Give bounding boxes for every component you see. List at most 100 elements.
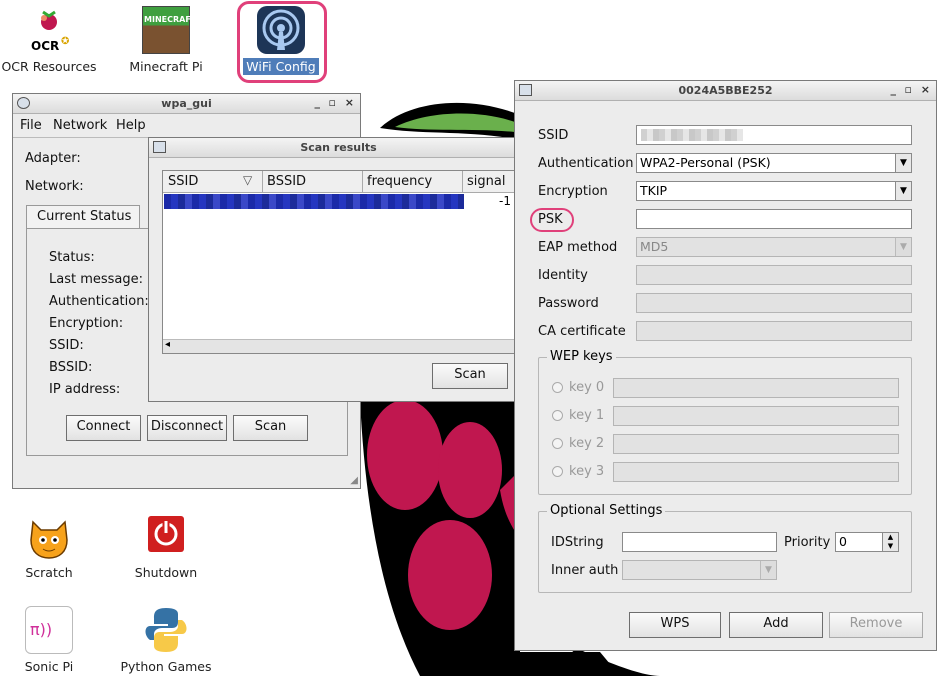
menu-help[interactable]: Help: [116, 118, 146, 133]
scroll-left-icon[interactable]: ◂: [165, 339, 170, 350]
column-header-bssid[interactable]: BSSID: [263, 171, 363, 193]
ca-certificate-input[interactable]: [636, 321, 912, 341]
wep-key-1-radio[interactable]: [552, 410, 563, 421]
menu-file[interactable]: File: [20, 118, 42, 133]
column-header-ssid[interactable]: SSID ▽: [163, 171, 263, 193]
column-header-label: signal: [467, 174, 506, 189]
desktop-icon-label: Sonic Pi: [24, 659, 74, 674]
table-row[interactable]: -1: [163, 194, 530, 210]
password-label: Password: [538, 296, 599, 311]
minecraft-icon: MINECRAFT: [142, 6, 197, 54]
priority-label: Priority: [784, 535, 831, 550]
desktop-icon-sonic-pi[interactable]: π)) Sonic Pi: [0, 606, 104, 675]
close-icon[interactable]: ×: [345, 96, 354, 109]
horizontal-scrollbar[interactable]: ◂: [163, 339, 530, 353]
psk-label: PSK: [538, 212, 563, 227]
authentication-label: Authentication:: [49, 294, 149, 309]
scan-button[interactable]: Scan: [233, 415, 308, 441]
scan-results-window: Scan results SSID ▽ BSSID frequency sign…: [148, 137, 530, 402]
dropdown-arrow-icon: ▼: [895, 182, 911, 200]
authentication-value: WPA2-Personal (PSK): [640, 155, 771, 170]
dropdown-arrow-icon: ▼: [895, 238, 911, 256]
idstring-input[interactable]: [622, 532, 777, 552]
wps-button[interactable]: WPS: [629, 612, 721, 638]
wep-key-0-label: key 0: [569, 380, 605, 395]
desktop-icon-ocr-resources[interactable]: OCR ✪ OCR Resources: [0, 6, 104, 75]
ssid-label: SSID:: [49, 338, 84, 353]
eap-method-value: MD5: [640, 239, 669, 254]
desktop-icon-wifi-config[interactable]: WiFi Config: [226, 6, 336, 75]
inner-auth-label: Inner auth: [551, 563, 619, 578]
sonic-pi-icon: π)): [25, 606, 73, 654]
wep-key-1-input[interactable]: [613, 406, 899, 426]
authentication-label: Authentication: [538, 156, 634, 171]
connect-button[interactable]: Connect: [66, 415, 141, 441]
wep-key-2-label: key 2: [569, 436, 605, 451]
desktop-icon-python-games[interactable]: Python Games: [111, 606, 221, 675]
ca-certificate-label: CA certificate: [538, 324, 626, 339]
scratch-cat-icon: [30, 520, 68, 559]
ip-address-label: IP address:: [49, 382, 121, 397]
add-button[interactable]: Add: [729, 612, 823, 638]
disconnect-button[interactable]: Disconnect: [147, 415, 227, 441]
spin-up-icon[interactable]: ▲: [882, 533, 898, 542]
eap-method-select[interactable]: MD5 ▼: [636, 237, 912, 257]
spin-down-icon[interactable]: ▼: [882, 542, 898, 551]
network-config-dialog: 0024A5BBE252 _ ▫ × SSID Authentication W…: [514, 80, 937, 651]
raspberry-ocr-icon: OCR ✪: [31, 10, 69, 53]
psk-input[interactable]: [636, 209, 912, 229]
ssid-label: SSID: [538, 128, 569, 143]
desktop-icon-scratch[interactable]: Scratch: [0, 512, 104, 581]
desktop-icon-label: Python Games: [120, 659, 212, 674]
resize-grip-icon[interactable]: ◢: [350, 475, 358, 486]
wep-keys-title: WEP keys: [547, 349, 616, 364]
tab-label: Current Status: [37, 209, 132, 224]
wep-key-0-radio[interactable]: [552, 382, 563, 393]
minimize-icon[interactable]: _: [315, 96, 321, 109]
dialog-titlebar[interactable]: 0024A5BBE252 _ ▫ ×: [515, 81, 936, 101]
dropdown-arrow-icon: ▼: [895, 154, 911, 172]
scan-results-table[interactable]: SSID ▽ BSSID frequency signal -1 ◂: [162, 170, 530, 354]
remove-button[interactable]: Remove: [829, 612, 923, 638]
wep-key-3-label: key 3: [569, 464, 605, 479]
wep-key-2-radio[interactable]: [552, 438, 563, 449]
wep-key-3-radio[interactable]: [552, 466, 563, 477]
redacted-ssid: [641, 129, 743, 141]
window-title: wpa_gui: [161, 97, 212, 110]
wep-key-2-input[interactable]: [613, 434, 899, 454]
adapter-label: Adapter:: [25, 151, 81, 166]
tab-current-status[interactable]: Current Status: [26, 205, 140, 229]
redacted-network-row: [164, 194, 464, 209]
maximize-icon[interactable]: ▫: [329, 96, 336, 109]
minimize-icon[interactable]: _: [891, 83, 897, 96]
priority-spinbox[interactable]: 0 ▲ ▼: [835, 532, 899, 552]
identity-input[interactable]: [636, 265, 912, 285]
wep-key-3-input[interactable]: [613, 462, 899, 482]
wep-key-0-input[interactable]: [613, 378, 899, 398]
window-title: 0024A5BBE252: [678, 84, 773, 97]
authentication-select[interactable]: WPA2-Personal (PSK) ▼: [636, 153, 912, 173]
desktop-icon-minecraft-pi[interactable]: MINECRAFT Minecraft Pi: [111, 6, 221, 75]
network-label: Network:: [25, 179, 84, 194]
ssid-input[interactable]: [636, 125, 912, 145]
column-header-frequency[interactable]: frequency: [363, 171, 463, 193]
minecraft-logo-text: MINECRAFT: [144, 15, 197, 24]
column-header-label: frequency: [367, 174, 433, 189]
idstring-label: IDString: [551, 535, 604, 550]
encryption-select[interactable]: TKIP ▼: [636, 181, 912, 201]
maximize-icon[interactable]: ▫: [905, 83, 912, 96]
window-title: Scan results: [300, 141, 377, 154]
power-icon: [148, 516, 184, 552]
column-header-label: SSID: [168, 174, 199, 189]
status-label: Status:: [49, 250, 95, 265]
scan-button[interactable]: Scan: [432, 363, 508, 389]
desktop-icon-shutdown[interactable]: Shutdown: [111, 512, 221, 581]
wpa-gui-titlebar[interactable]: wpa_gui _ ▫ ×: [13, 94, 360, 114]
menu-network[interactable]: Network: [53, 118, 107, 133]
scan-results-titlebar[interactable]: Scan results: [149, 138, 528, 158]
svg-text:✪: ✪: [61, 36, 69, 47]
wifi-icon: [257, 6, 305, 54]
inner-auth-select[interactable]: ▼: [622, 560, 777, 580]
close-icon[interactable]: ×: [921, 83, 930, 96]
password-input[interactable]: [636, 293, 912, 313]
